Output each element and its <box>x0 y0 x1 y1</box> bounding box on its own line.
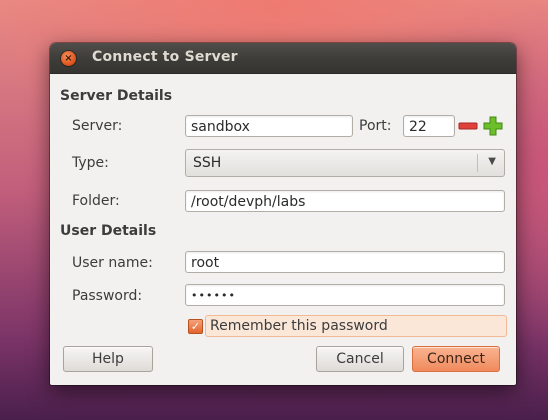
checkmark-icon[interactable]: ✓ <box>188 319 203 334</box>
minus-icon[interactable] <box>458 116 478 136</box>
remember-password-checkbox[interactable]: Remember this password <box>205 315 507 337</box>
folder-input[interactable]: /root/devph/labs <box>185 190 505 212</box>
type-select[interactable]: SSH ▼ <box>185 149 505 177</box>
folder-label: Folder: <box>72 193 120 209</box>
password-input[interactable]: •••••• <box>185 284 505 306</box>
port-input[interactable]: 22 <box>403 115 455 137</box>
username-label: User name: <box>72 255 153 271</box>
password-label: Password: <box>72 288 143 304</box>
remember-password-label: Remember this password <box>210 318 388 334</box>
titlebar: × Connect to Server <box>50 43 516 74</box>
close-icon[interactable]: × <box>61 51 76 66</box>
plus-icon[interactable] <box>483 116 503 136</box>
username-input[interactable]: root <box>185 251 505 273</box>
type-select-value: SSH <box>193 155 222 171</box>
chevron-down-icon: ▼ <box>488 156 496 167</box>
connect-to-server-dialog: × Connect to Server Server Details Serve… <box>50 43 516 385</box>
user-details-heading: User Details <box>60 223 157 239</box>
window-title: Connect to Server <box>92 49 238 65</box>
port-label: Port: <box>359 118 392 134</box>
server-label: Server: <box>72 118 123 134</box>
help-button[interactable]: Help <box>63 346 153 372</box>
cancel-button[interactable]: Cancel <box>316 346 404 372</box>
server-details-heading: Server Details <box>60 88 173 104</box>
connect-button[interactable]: Connect <box>412 346 500 372</box>
server-input[interactable]: sandbox <box>185 115 353 137</box>
combo-separator <box>477 154 478 172</box>
type-label: Type: <box>72 155 109 171</box>
